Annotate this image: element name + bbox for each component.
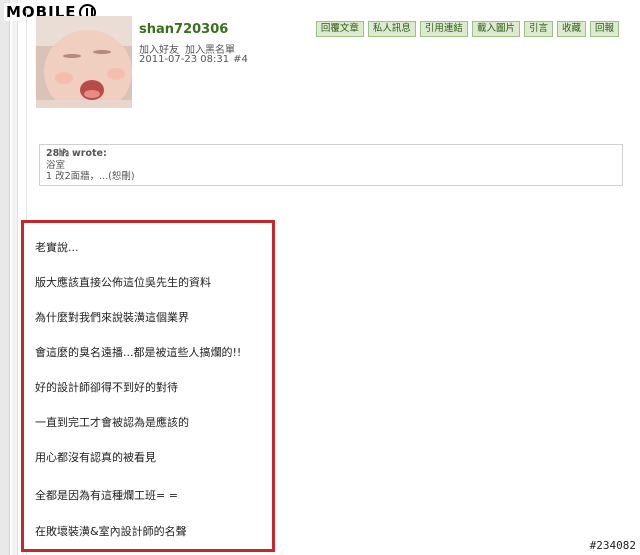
post-body-line: 好的設計師卻得不到好的對待 [35, 381, 178, 394]
post-body-line: 在敗壞裝潢&室內設計師的名聲 [35, 525, 187, 538]
reply-button[interactable]: 回覆文章 [315, 21, 364, 37]
post-body-line: 用心都沒有認真的被看見 [35, 451, 156, 464]
quote-line: 1 改2面牆，...(恕刪) [46, 171, 135, 182]
post-body-line: 一直到完工才會被認為是應該的 [35, 416, 189, 429]
load-images-button[interactable]: 載入圖片 [471, 21, 520, 37]
post-body-line: 老實說... [35, 241, 79, 254]
report-button[interactable]: 回報 [589, 21, 619, 37]
username[interactable]: shan720306 [139, 22, 228, 37]
quote-line: 浴室 [46, 159, 66, 171]
quote-block: 28㍱ wrote: 浴室 1 改2面牆，...(恕刪) [39, 144, 623, 186]
forum-post: shan720306 加入好友 加入黑名單 2011-07-23 08:31 #… [21, 8, 632, 555]
watermark: #234082 [589, 539, 636, 552]
post-body-line: 版大應該直接公佈這位吳先生的資料 [35, 276, 211, 289]
private-message-button[interactable]: 私人訊息 [367, 21, 416, 37]
post-body-line: 會這麼的臭名遠播...都是被這些人搞爛的!! [35, 346, 242, 359]
bookmark-button[interactable]: 收藏 [556, 21, 586, 37]
post-number[interactable]: #4 [233, 54, 248, 65]
post-body-line: 為什麼對我們來說裝潢這個業界 [35, 311, 189, 324]
post-body-line: 全都是因為有這種爛工班= = [35, 489, 178, 502]
quote-button[interactable]: 引言 [523, 21, 553, 37]
quote-link-button[interactable]: 引用連結 [419, 21, 468, 37]
avatar-photo [36, 16, 132, 108]
post-body-highlight: 老實說... 版大應該直接公佈這位吳先生的資料 為什麼對我們來說裝潢這個業界 會… [21, 220, 275, 552]
left-rail-inner [12, 0, 18, 555]
post-meta: 2011-07-23 08:31 #4 [139, 54, 248, 65]
left-rail [0, 0, 10, 555]
avatar[interactable] [36, 16, 132, 108]
post-timestamp: 2011-07-23 08:31 [139, 54, 230, 65]
post-actions: 回覆文章 私人訊息 引用連結 載入圖片 引言 收藏 回報 [315, 21, 619, 37]
quote-author: 28㍱ wrote: [46, 148, 107, 159]
